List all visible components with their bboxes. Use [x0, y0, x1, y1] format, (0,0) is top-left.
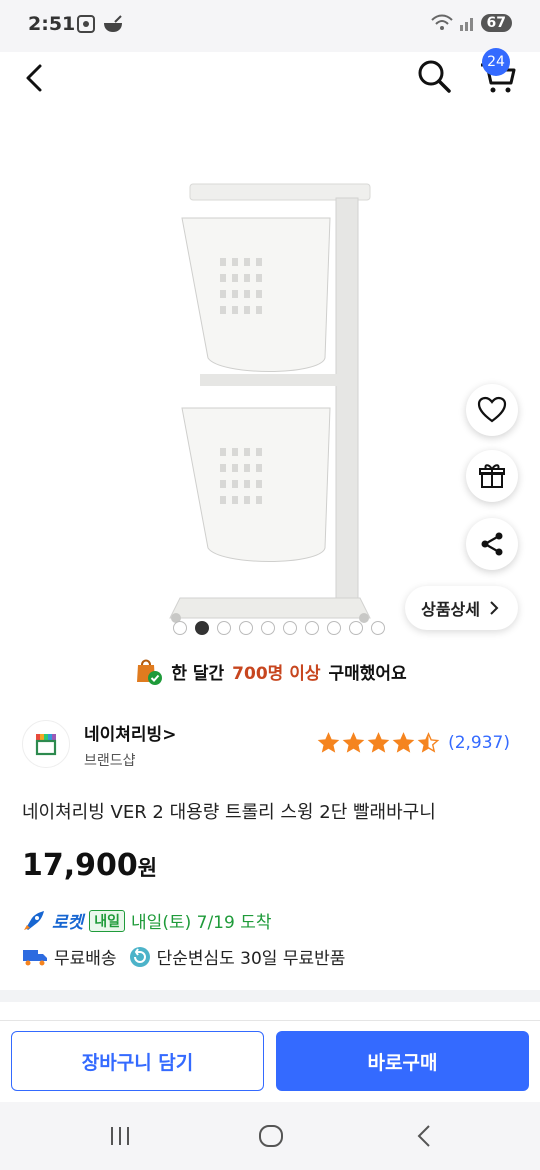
status-icons-right: 67 — [430, 14, 512, 32]
gift-icon — [479, 464, 505, 488]
product-title: 네이쳐리빙 VER 2 대용량 트롤리 스윙 2단 빨래바구니 — [22, 802, 436, 823]
search-button[interactable] — [414, 56, 454, 96]
delivery-date: 내일(토) 7/19 도착 — [131, 913, 272, 933]
star-icon — [317, 732, 340, 753]
wifi-icon — [430, 14, 453, 30]
battery-indicator: 67 — [480, 14, 512, 32]
cart-count-badge: 24 — [482, 48, 510, 76]
purchase-banner-prefix: 한 달간 — [171, 663, 225, 684]
bottom-action-bar: 장바구니 담기 바로구매 — [0, 1020, 540, 1102]
gift-button[interactable] — [466, 450, 518, 502]
free-shipping-label: 무료배송 — [54, 949, 117, 969]
screenshot-icon — [77, 15, 95, 33]
recent-apps-button[interactable] — [100, 1120, 140, 1152]
product-detail-label: 상품상세 — [421, 600, 480, 619]
purchase-count-banner: 한 달간 700명 이상 구매했어요 — [0, 652, 540, 690]
gallery-dot[interactable] — [349, 621, 363, 635]
star-icon — [392, 732, 415, 753]
back-arrow-icon — [26, 64, 42, 92]
shipping-info-row: 무료배송 단순변심도 30일 무료반품 — [22, 944, 345, 969]
gallery-pagination — [173, 621, 385, 635]
review-count[interactable]: (2,937) — [448, 733, 510, 753]
status-time: 2:51 — [28, 13, 76, 35]
signal-icon — [459, 18, 473, 31]
section-divider — [0, 990, 540, 1002]
brand-row: 네이쳐리빙> 브랜드샵 (2,937) — [22, 720, 518, 774]
gallery-dot[interactable] — [261, 621, 275, 635]
brand-shop-label: 브랜드샵 — [84, 753, 136, 769]
gallery-dot[interactable] — [283, 621, 297, 635]
gallery-dot[interactable] — [217, 621, 231, 635]
product-image — [169, 183, 371, 623]
back-chevron-icon — [417, 1125, 430, 1147]
price-unit: 원 — [137, 856, 158, 880]
add-to-cart-button[interactable]: 장바구니 담기 — [11, 1031, 264, 1091]
chevron-right-icon — [490, 601, 499, 615]
system-nav-bar — [0, 1102, 540, 1170]
purchase-banner-highlight: 700명 이상 — [232, 663, 321, 684]
home-button[interactable] — [251, 1120, 291, 1152]
search-icon — [418, 60, 451, 93]
app-header: 24 — [0, 48, 540, 102]
brand-name-link[interactable]: 네이쳐리빙> — [84, 720, 176, 745]
tomorrow-badge: 내일 — [89, 909, 126, 932]
system-back-button[interactable] — [404, 1120, 444, 1152]
return-icon — [129, 946, 150, 967]
heart-icon — [477, 396, 507, 423]
bowl-icon — [104, 15, 122, 32]
gallery-dot[interactable] — [239, 621, 253, 635]
brand-name: 네이쳐리빙 — [84, 725, 163, 745]
star-rating — [317, 732, 440, 754]
brand-logo[interactable] — [22, 720, 70, 768]
status-icons-left — [76, 14, 124, 34]
back-button[interactable] — [18, 58, 54, 96]
cart-button[interactable]: 24 — [478, 48, 520, 96]
star-icon — [417, 732, 440, 753]
shopping-bag-check-icon — [137, 659, 163, 685]
rocket-delivery-row: 로켓 내일 내일(토) 7/19 도착 — [22, 908, 272, 933]
star-icon — [342, 732, 365, 753]
free-return-label: 단순변심도 30일 무료반품 — [156, 949, 346, 969]
share-button[interactable] — [466, 518, 518, 570]
buy-now-button[interactable]: 바로구매 — [276, 1031, 529, 1091]
product-image-gallery[interactable]: 상품상세 — [0, 102, 540, 650]
gallery-dot[interactable] — [195, 621, 209, 635]
brand-chevron: > — [162, 725, 177, 745]
purchase-banner-suffix: 구매했어요 — [328, 663, 407, 684]
storefront-icon — [35, 734, 57, 756]
product-detail-button[interactable]: 상품상세 — [405, 586, 518, 630]
truck-icon — [23, 949, 47, 965]
recent-apps-icon — [111, 1127, 129, 1145]
rating[interactable]: (2,937) — [317, 732, 510, 754]
gallery-dot[interactable] — [305, 621, 319, 635]
price-value: 17,900 — [22, 848, 138, 883]
rocket-icon — [24, 910, 44, 930]
gallery-dot[interactable] — [173, 621, 187, 635]
wishlist-button[interactable] — [466, 384, 518, 436]
rocket-label: 로켓 — [52, 913, 84, 933]
gallery-dot[interactable] — [371, 621, 385, 635]
star-icon — [367, 732, 390, 753]
gallery-dot[interactable] — [327, 621, 341, 635]
status-bar: 2:51 67 — [0, 0, 540, 52]
share-icon — [481, 532, 503, 556]
home-icon — [259, 1125, 283, 1147]
price: 17,900원 — [22, 848, 157, 883]
